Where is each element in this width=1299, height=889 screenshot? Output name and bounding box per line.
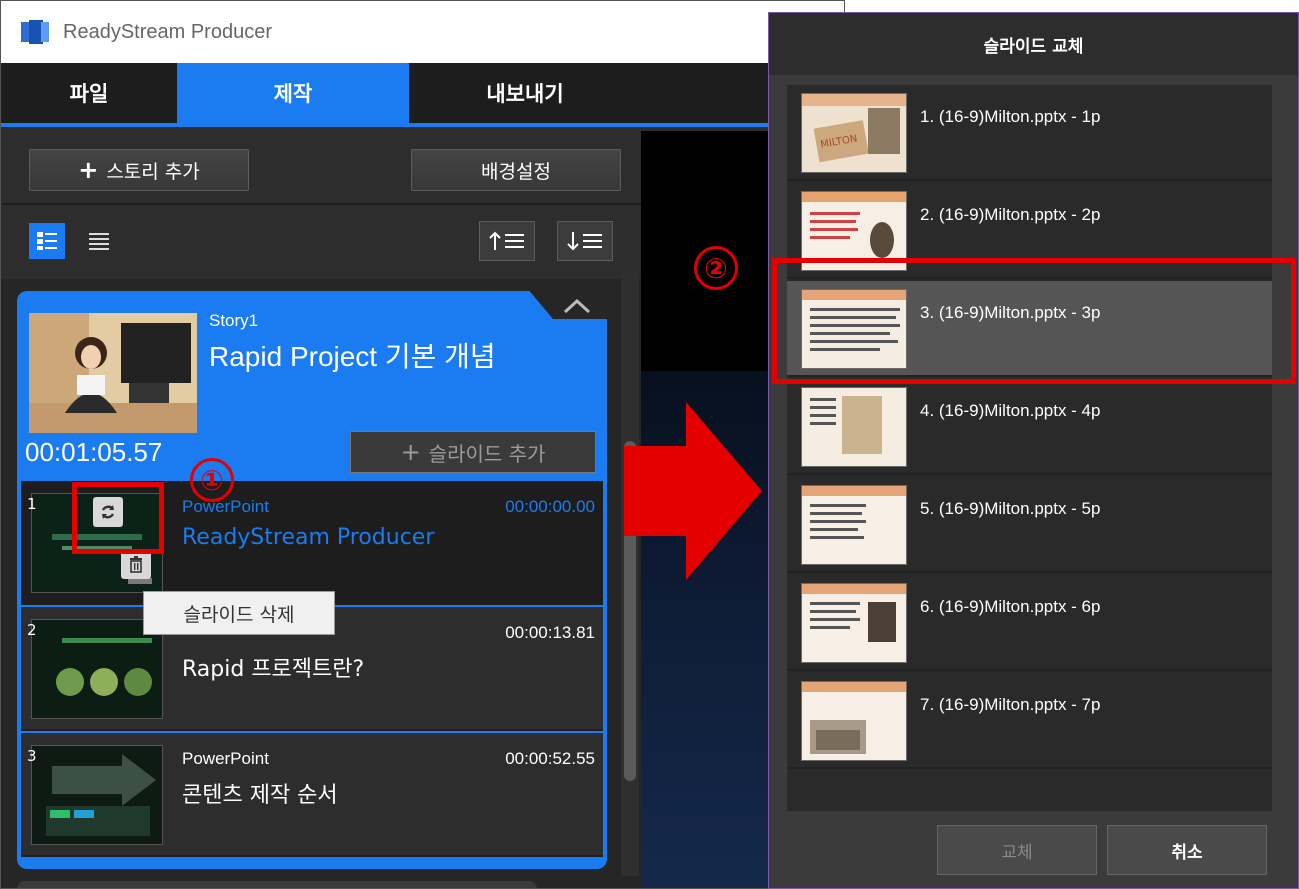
list-item-label: 5. (16-9)Milton.pptx - 5p — [920, 499, 1101, 518]
plus-icon: + — [400, 438, 421, 466]
list-item-label: 4. (16-9)Milton.pptx - 4p — [920, 401, 1101, 420]
list-item[interactable]: MILTON 1. (16-9)Milton.pptx - 1p — [787, 85, 1272, 181]
next-story-card[interactable] — [17, 881, 537, 888]
slide-choice-list: MILTON 1. (16-9)Milton.pptx - 1p 2. (16-… — [787, 85, 1272, 811]
list-item-label: 1. (16-9)Milton.pptx - 1p — [920, 107, 1101, 126]
tab-file[interactable]: 파일 — [1, 63, 177, 123]
chevron-up-icon[interactable] — [557, 294, 597, 318]
slide-duration: 00:00:52.55 — [505, 749, 595, 768]
story-thumbnail — [29, 313, 197, 433]
slide-kind: PowerPoint — [182, 497, 269, 516]
slide-thumbnail — [31, 745, 163, 845]
slide-number: 2 — [27, 621, 37, 639]
slide-thumbnail: MILTON — [801, 93, 907, 173]
slide-thumbnail — [801, 387, 907, 467]
slide-number: 1 — [27, 495, 37, 513]
list-view-button[interactable] — [81, 223, 117, 259]
slide-name: 콘텐츠 제작 순서 — [182, 783, 338, 808]
list-item[interactable]: 6. (16-9)Milton.pptx - 6p — [787, 575, 1272, 671]
cancel-button[interactable]: 취소 — [1107, 825, 1267, 875]
list-item[interactable]: 7. (16-9)Milton.pptx - 7p — [787, 673, 1272, 769]
sort-down-icon — [567, 232, 602, 251]
add-story-label: 스토리 추가 — [106, 160, 200, 183]
move-down-button[interactable] — [557, 221, 613, 261]
add-story-button[interactable]: + 스토리 추가 — [29, 149, 249, 191]
slide-thumbnail — [801, 485, 907, 565]
screenshot-root: ReadyStream Producer 파일 제작 내보내기 + 스토리 추가… — [0, 0, 1299, 889]
replace-slide-dialog: 슬라이드 교체 MILTON 1. (16-9)Milton.pptx - 1p — [768, 12, 1299, 889]
tooltip: 슬라이드 삭제 — [143, 591, 335, 635]
slide-name: ReadyStream Producer — [182, 525, 435, 550]
story-duration: 00:01:05.57 — [25, 437, 163, 467]
slide-duration: 00:00:13.81 — [505, 623, 595, 642]
trash-icon — [130, 556, 142, 573]
sort-up-icon — [489, 231, 524, 250]
slide-thumbnail — [801, 681, 907, 761]
slide-kind: PowerPoint — [182, 749, 269, 768]
tab-export[interactable]: 내보내기 — [409, 63, 641, 123]
list-item[interactable]: 4. (16-9)Milton.pptx - 4p — [787, 379, 1272, 475]
title-bar: ReadyStream Producer — [1, 1, 844, 63]
detail-view-button[interactable] — [29, 223, 65, 259]
background-settings-button[interactable]: 배경설정 — [411, 149, 621, 191]
list-item[interactable]: 5. (16-9)Milton.pptx - 5p — [787, 477, 1272, 573]
annotation-step-2: ② — [694, 246, 738, 290]
story-label: Story1 — [209, 311, 259, 330]
list-view-icon — [89, 233, 109, 250]
app-title: ReadyStream Producer — [63, 20, 272, 43]
slide-row[interactable]: 3 PowerPoint 콘텐츠 제작 순서 00:00:52.55 — [21, 733, 603, 857]
annotation-box-replace — [72, 482, 164, 554]
tab-produce[interactable]: 제작 — [177, 63, 409, 123]
plus-icon: + — [78, 156, 99, 184]
add-slide-button[interactable]: + 슬라이드 추가 — [350, 431, 596, 473]
slide-number: 3 — [27, 747, 37, 765]
slide-duration: 00:00:00.00 — [505, 497, 595, 516]
move-up-button[interactable] — [479, 221, 535, 261]
story-title: Rapid Project 기본 개념 — [209, 341, 496, 372]
detail-view-icon — [37, 232, 57, 250]
list-item-label: 7. (16-9)Milton.pptx - 7p — [920, 695, 1101, 714]
story-list: Story1 Rapid Project 기본 개념 00:01:05.57 +… — [1, 279, 641, 888]
add-slide-label: 슬라이드 추가 — [428, 441, 546, 466]
arrow-right-icon — [624, 402, 762, 580]
annotation-box-selection — [772, 258, 1296, 384]
replace-button[interactable]: 교체 — [937, 825, 1097, 875]
slide-thumbnail — [801, 583, 907, 663]
list-item-label: 6. (16-9)Milton.pptx - 6p — [920, 597, 1101, 616]
app-logo-icon — [21, 20, 51, 44]
annotation-step-1: ① — [190, 458, 234, 502]
divider — [1, 203, 641, 205]
slide-name: Rapid 프로젝트란? — [182, 657, 365, 682]
dialog-title: 슬라이드 교체 — [769, 13, 1298, 75]
list-item-label: 2. (16-9)Milton.pptx - 2p — [920, 205, 1101, 224]
main-tabs: 파일 제작 내보내기 — [1, 63, 844, 127]
story-card[interactable]: Story1 Rapid Project 기본 개념 00:01:05.57 +… — [17, 291, 607, 869]
